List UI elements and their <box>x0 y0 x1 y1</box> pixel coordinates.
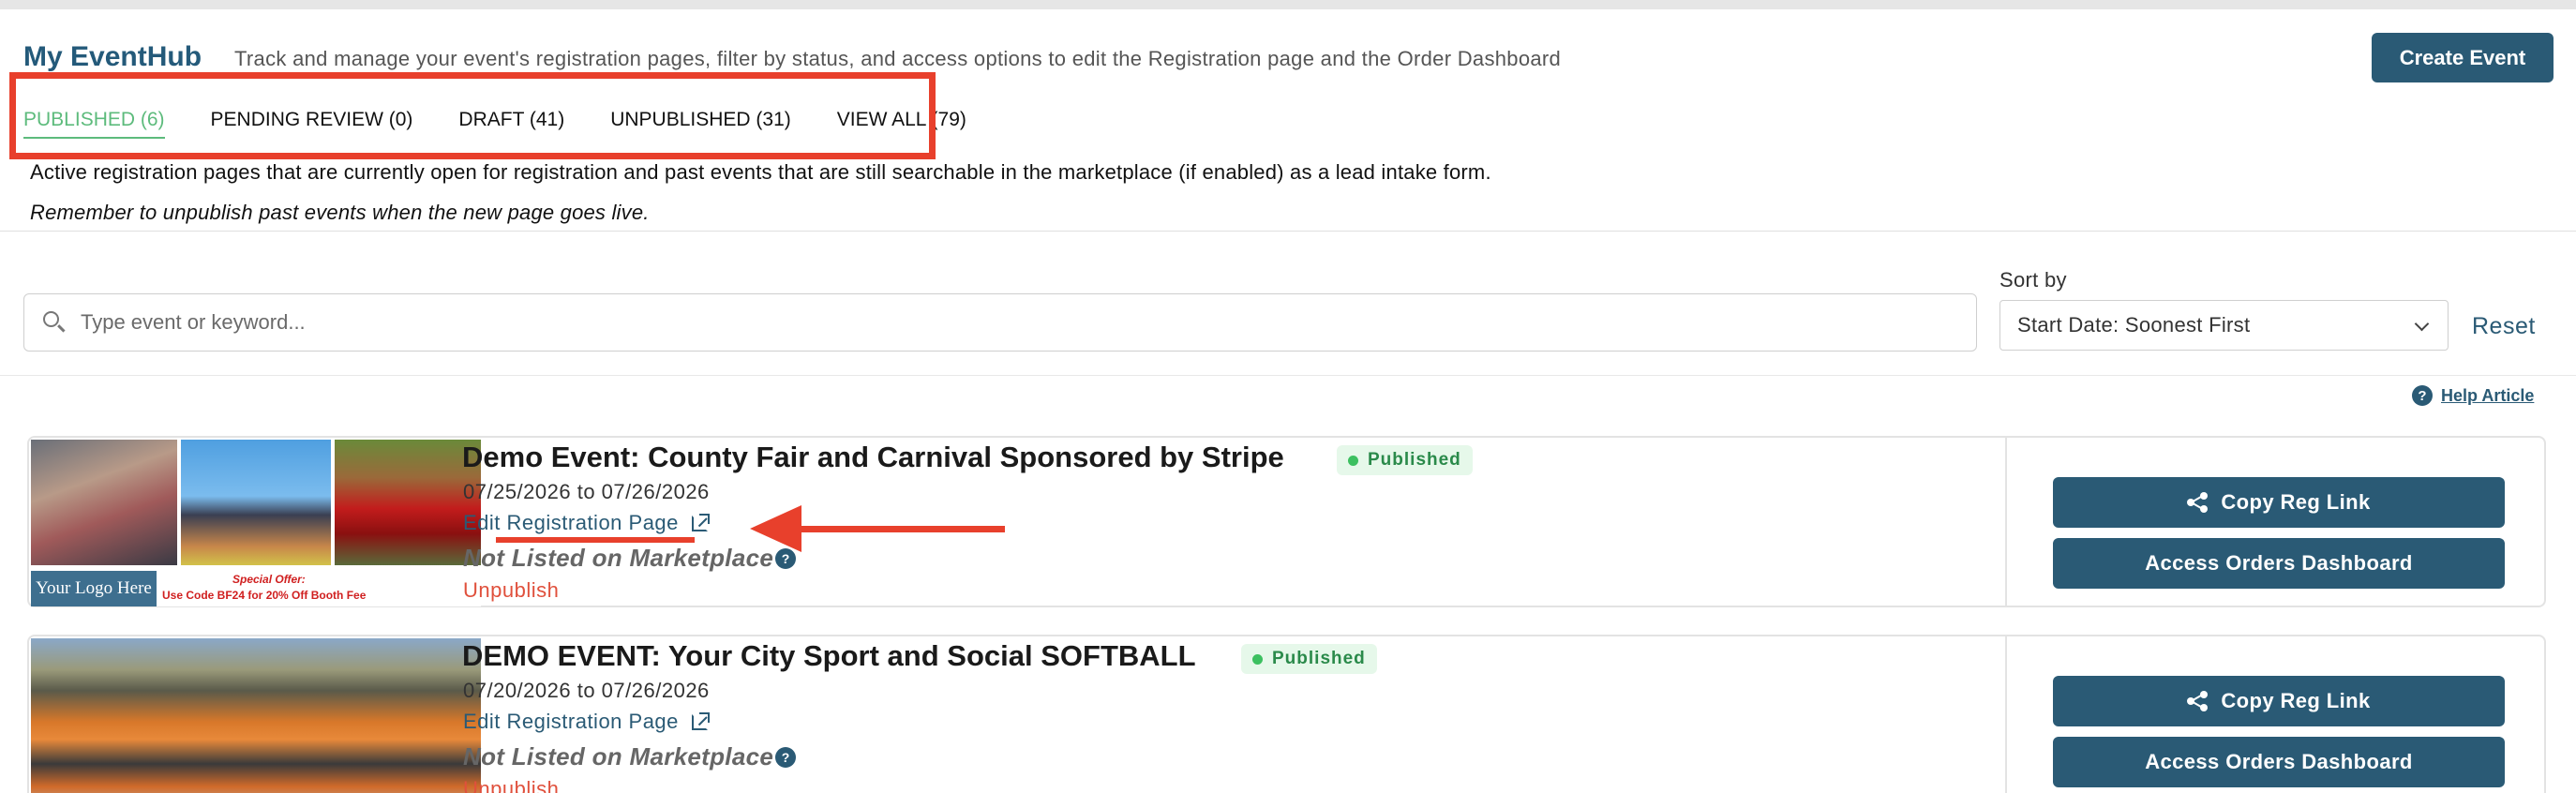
page-subtitle: Track and manage your event's registrati… <box>234 47 1562 70</box>
search-bar <box>23 293 1977 352</box>
event-photo-balloon <box>181 440 331 565</box>
event-title[interactable]: DEMO EVENT: Your City Sport and Social S… <box>462 639 1196 673</box>
reset-button[interactable]: Reset <box>2472 313 2536 340</box>
help-article-label: Help Article <box>2441 385 2535 405</box>
unpublish-link[interactable]: Unpublish <box>463 578 559 603</box>
search-icon <box>41 309 67 336</box>
copy-reg-link-button[interactable]: Copy Reg Link <box>2053 477 2505 528</box>
access-orders-dashboard-button[interactable]: Access Orders Dashboard <box>2053 538 2505 589</box>
annotation-arrow-icon <box>750 505 801 552</box>
external-link-icon <box>691 513 710 531</box>
status-dot-icon <box>1348 455 1358 466</box>
help-icon[interactable]: ? <box>775 746 797 768</box>
help-article-link[interactable]: ? Help Article <box>2412 385 2534 406</box>
create-event-button[interactable]: Create Event <box>2372 33 2554 82</box>
event-card: Your Logo Here Special Offer: Use Code B… <box>27 436 2546 607</box>
status-dot-icon <box>1252 653 1263 665</box>
search-input[interactable] <box>81 310 1862 335</box>
offer-text: Use Code BF24 for 20% Off Booth Fee <box>162 589 367 602</box>
top-bar <box>0 0 2576 9</box>
edit-registration-page-link[interactable]: Edit Registration Page <box>463 710 710 734</box>
marketplace-status: Not Listed on Marketplace? <box>463 544 797 573</box>
edit-registration-page-link[interactable]: Edit Registration Page <box>463 511 710 535</box>
annotation-underline <box>496 537 695 543</box>
copy-reg-link-button[interactable]: Copy Reg Link <box>2053 676 2505 726</box>
event-title[interactable]: Demo Event: County Fair and Carnival Spo… <box>462 441 1284 474</box>
sort-label: Sort by <box>1999 268 2067 292</box>
divider <box>0 231 2576 232</box>
sort-selected-value: Start Date: Soonest First <box>2017 313 2251 337</box>
tab-description: Active registration pages that are curre… <box>30 160 1491 184</box>
sort-select[interactable]: Start Date: Soonest First <box>1999 300 2449 351</box>
share-icon <box>2187 691 2209 711</box>
annotation-arrow-shaft <box>769 526 1005 532</box>
help-icon: ? <box>2412 385 2433 406</box>
status-badge: Published <box>1337 445 1473 475</box>
marketplace-status: Not Listed on Marketplace? <box>463 742 797 771</box>
external-link-icon <box>691 711 710 730</box>
event-image <box>31 638 481 793</box>
event-photo-crowd <box>31 440 177 565</box>
page-title: My EventHub <box>23 41 202 72</box>
access-orders-dashboard-button[interactable]: Access Orders Dashboard <box>2053 737 2505 787</box>
status-badge: Published <box>1241 644 1377 674</box>
tab-reminder: Remember to unpublish past events when t… <box>30 201 650 224</box>
logo-placeholder: Your Logo Here <box>31 571 157 606</box>
offer-heading: Special Offer: <box>232 573 306 586</box>
event-photo-team <box>31 638 481 793</box>
tabs-highlight-annotation <box>9 72 936 159</box>
event-image-collage: Your Logo Here Special Offer: Use Code B… <box>31 440 481 606</box>
event-photo-car <box>335 440 481 565</box>
event-dates: 07/25/2026 to 07/26/2026 <box>463 480 710 503</box>
chevron-down-icon <box>2414 316 2430 332</box>
share-icon <box>2187 492 2209 513</box>
event-dates: 07/20/2026 to 07/26/2026 <box>463 679 710 702</box>
unpublish-link[interactable]: Unpublish <box>463 777 559 793</box>
divider <box>0 375 2576 376</box>
